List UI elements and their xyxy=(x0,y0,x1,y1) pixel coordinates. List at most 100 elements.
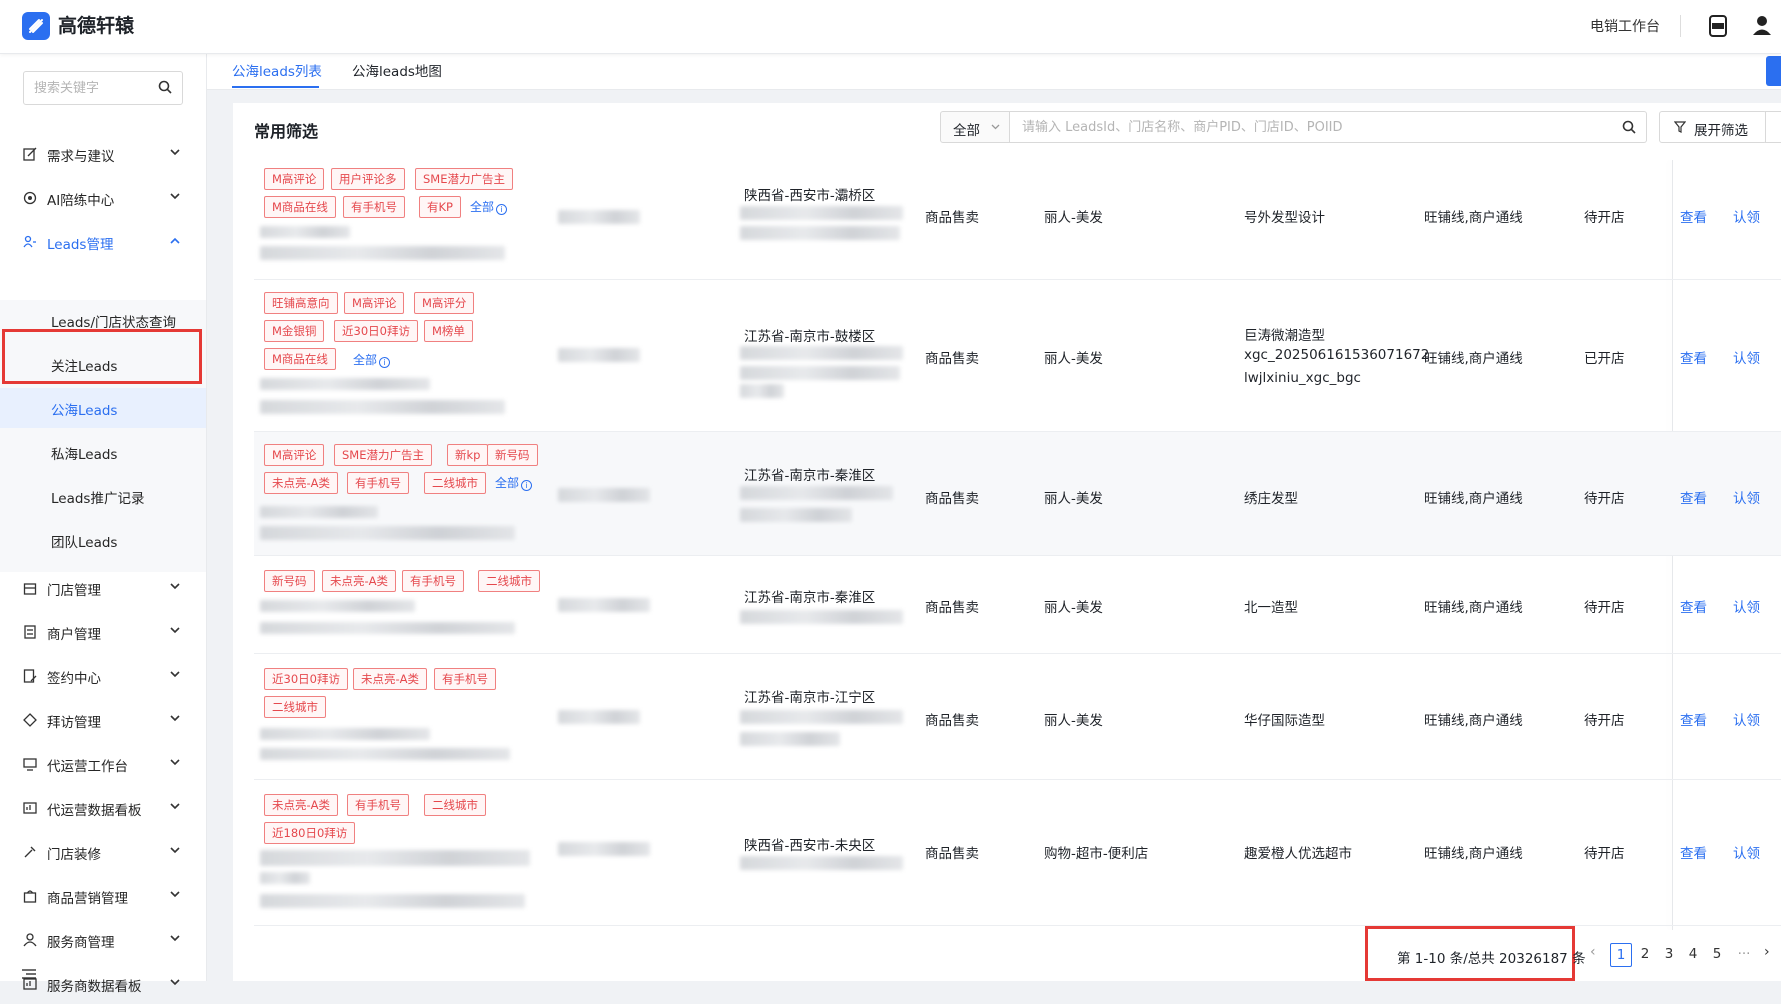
view-link[interactable]: 查看 xyxy=(1680,842,1707,862)
sidebar-search-input[interactable] xyxy=(34,73,154,103)
user-icon[interactable] xyxy=(1752,14,1772,40)
claim-link[interactable]: 认领 xyxy=(1733,347,1760,367)
page-5[interactable]: 5 xyxy=(1706,943,1728,967)
menu-label: 签约中心 xyxy=(47,671,101,687)
view-link[interactable]: 查看 xyxy=(1680,347,1707,367)
submenu-label: Leads/门店状态查询 xyxy=(51,315,177,331)
top-bar: 高德轩辕 电销工作台 xyxy=(0,0,1781,54)
prev-page-icon[interactable]: ‹ xyxy=(1590,944,1596,960)
view-link[interactable]: 查看 xyxy=(1680,487,1707,507)
category-cell: 购物-超市-便利店 xyxy=(1044,846,1149,862)
filter-title: 常用筛选 xyxy=(254,122,319,141)
page-3[interactable]: 3 xyxy=(1658,943,1680,967)
expand-filter-button[interactable]: 展开筛选 xyxy=(1659,111,1767,143)
menu-label: 拜访管理 xyxy=(47,715,101,731)
app-download-icon[interactable] xyxy=(1708,14,1728,42)
chevron-up-icon xyxy=(170,237,180,244)
all-tags-link[interactable]: 全部 i xyxy=(470,198,508,215)
all-tags-link[interactable]: 全部 i xyxy=(353,351,391,368)
category-cell: 丽人-美发 xyxy=(1044,210,1103,226)
menu-item-feedback[interactable]: 需求与建议 xyxy=(0,134,206,174)
blurred-address xyxy=(740,366,900,380)
page-1[interactable]: 1 xyxy=(1610,943,1632,967)
sidebar-item-leads-promotion[interactable]: Leads推广记录 xyxy=(0,476,206,516)
menu-item-provider[interactable]: 服务商管理 xyxy=(0,920,206,960)
view-link[interactable]: 查看 xyxy=(1680,596,1707,616)
blurred-address xyxy=(740,610,903,624)
chevron-down-icon xyxy=(170,935,180,942)
search-icon[interactable] xyxy=(1622,120,1636,134)
submenu-label: 团队Leads xyxy=(51,535,118,551)
menu-item-store[interactable]: 门店管理 xyxy=(0,568,206,608)
expand-filter-label: 展开筛选 xyxy=(1694,123,1748,139)
sidebar-item-private-leads[interactable]: 私海Leads xyxy=(0,432,206,472)
claim-link[interactable]: 认领 xyxy=(1733,596,1760,616)
lead-tag: SME潜力广告主 xyxy=(415,168,513,190)
blurred-store-name xyxy=(260,622,515,634)
business-line-cell: 旺铺线,商户通线 xyxy=(1424,210,1523,226)
chevron-down-icon xyxy=(170,671,180,678)
edit-icon xyxy=(23,147,37,161)
menu-label: 需求与建议 xyxy=(47,149,115,165)
filter-search-input[interactable] xyxy=(1022,113,1602,141)
store-name-cell: 巨涛微潮造型 xyxy=(1244,328,1325,344)
sidebar-item-team-leads[interactable]: 团队Leads xyxy=(0,520,206,560)
page-ellipsis[interactable]: ··· xyxy=(1728,943,1760,967)
menu-item-agency-workbench[interactable]: 代运营工作台 xyxy=(0,744,206,784)
menu-label: 服务商管理 xyxy=(47,935,115,951)
sidebar-item-public-leads[interactable]: 公海Leads xyxy=(0,388,206,428)
chevron-down-icon xyxy=(170,891,180,898)
sidebar-search xyxy=(23,71,183,105)
next-page-icon[interactable]: › xyxy=(1764,944,1770,960)
menu-item-visit[interactable]: 拜访管理 xyxy=(0,700,206,740)
chevron-down-icon xyxy=(170,583,180,590)
claim-link[interactable]: 认领 xyxy=(1733,206,1760,226)
blurred-address xyxy=(740,732,840,746)
menu-collapse-icon[interactable] xyxy=(22,969,36,979)
menu-item-merchant[interactable]: 商户管理 xyxy=(0,612,206,652)
blurred-merchant xyxy=(558,348,640,362)
blurred-leads-id xyxy=(260,728,430,740)
menu-item-store-decoration[interactable]: 门店装修 xyxy=(0,832,206,872)
menu-item-contract[interactable]: 签约中心 xyxy=(0,656,206,696)
more-button[interactable] xyxy=(1765,111,1781,143)
search-icon[interactable] xyxy=(158,80,172,94)
blurred-store-name xyxy=(260,894,525,908)
menu-item-product-marketing[interactable]: 商品营销管理 xyxy=(0,876,206,916)
lead-tag: 二线城市 xyxy=(424,794,486,816)
menu-label: 门店装修 xyxy=(47,847,101,863)
type-cell: 商品售卖 xyxy=(925,210,979,226)
blurred-address xyxy=(740,508,852,522)
lead-tag: M高评论 xyxy=(264,168,325,190)
lead-tag: 未点亮-A类 xyxy=(264,794,339,816)
view-link[interactable]: 查看 xyxy=(1680,709,1707,729)
region-cell: 江苏省-南京市-鼓楼区 xyxy=(744,329,876,345)
page-2[interactable]: 2 xyxy=(1634,943,1656,967)
workbench-link[interactable]: 电销工作台 xyxy=(1590,16,1660,36)
tab-public-leads-map[interactable]: 公海leads地图 xyxy=(352,60,442,80)
claim-link[interactable]: 认领 xyxy=(1733,487,1760,507)
claim-link[interactable]: 认领 xyxy=(1733,709,1760,729)
all-tags-link[interactable]: 全部 i xyxy=(495,474,533,491)
view-link[interactable]: 查看 xyxy=(1680,206,1707,226)
menu-item-agency-dashboard[interactable]: 代运营数据看板 xyxy=(0,788,206,828)
side-float-button[interactable] xyxy=(1766,56,1781,86)
lead-tag: 有手机号 xyxy=(402,570,464,592)
table-row: 旺铺高意向 M高评论 M高评分 M金银铜 近30日0拜访 M榜单 M商品在线 全… xyxy=(254,280,1781,432)
menu-item-ai-training[interactable]: AI陪练中心 xyxy=(0,178,206,218)
chevron-down-icon xyxy=(170,715,180,722)
lead-tag: 有手机号 xyxy=(343,196,405,218)
menu-label: 门店管理 xyxy=(47,583,101,599)
menu-item-leads[interactable]: Leads管理 xyxy=(0,222,206,262)
page-4[interactable]: 4 xyxy=(1682,943,1704,967)
all-tags-label: 全部 xyxy=(495,476,520,490)
filter-scope-select[interactable]: 全部 xyxy=(940,111,1010,143)
tab-public-leads-list[interactable]: 公海leads列表 xyxy=(232,60,322,80)
business-line-cell: 旺铺线,商户通线 xyxy=(1424,351,1523,367)
blurred-leads-id xyxy=(260,226,350,238)
lead-tag: M金银铜 xyxy=(264,320,325,342)
merchant-icon xyxy=(24,625,36,639)
all-tags-label: 全部 xyxy=(470,200,495,214)
chevron-down-icon xyxy=(170,149,180,156)
claim-link[interactable]: 认领 xyxy=(1733,842,1760,862)
